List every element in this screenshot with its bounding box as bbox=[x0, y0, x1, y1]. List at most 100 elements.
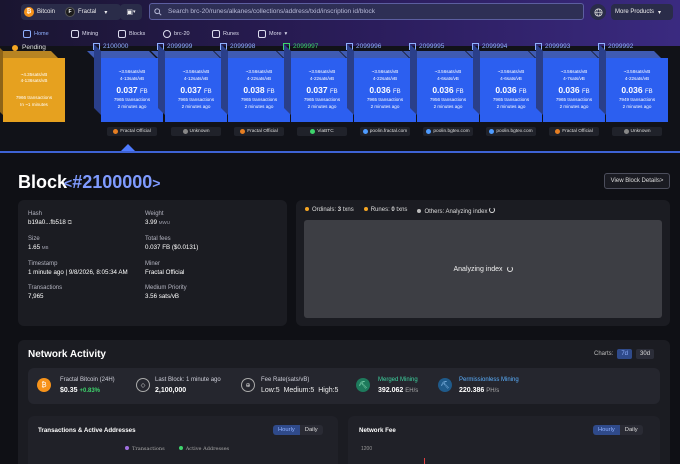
block-size-unit: FB bbox=[203, 88, 212, 95]
size-field: Size 1.65 MB bbox=[28, 236, 49, 251]
language-button[interactable] bbox=[590, 4, 606, 20]
block-number-text: #2100000 bbox=[72, 172, 153, 192]
miner-label: Miner bbox=[145, 261, 161, 267]
network-label: Bitcoin bbox=[37, 9, 56, 15]
block-miner-badge[interactable]: poolin.bgtex.com bbox=[486, 127, 536, 136]
block-miner-badge[interactable]: poolin.bgtex.com bbox=[423, 127, 473, 136]
bitcoin-icon: ₿ bbox=[37, 378, 51, 392]
nav-home[interactable]: Home bbox=[23, 29, 49, 39]
block-txs: 7965 transactions bbox=[555, 97, 593, 103]
miner-field: Miner Fractal Official bbox=[145, 261, 184, 276]
block-card[interactable]: ~3.56sats/vB 4-22sats/vB 0.038 FB 7965 tran… bbox=[214, 44, 290, 122]
fees-label: Total fees bbox=[145, 236, 171, 242]
analyzing-text: Analyzing index bbox=[453, 265, 503, 273]
cube-icon: ◇ bbox=[136, 378, 150, 392]
block-age: 2 minutes ago bbox=[370, 104, 400, 109]
price-value-row: $0.35 +0.83% bbox=[60, 387, 115, 394]
range-7d-button[interactable]: 7d bbox=[617, 349, 633, 359]
prev-block-icon[interactable]: < bbox=[64, 175, 72, 191]
fee-chart-card bbox=[348, 416, 660, 464]
legend-active-addresses-label: Active Addresses bbox=[185, 446, 230, 452]
timestamp-value: 1 minute ago | 9/8/2026, 8:05:34 AM bbox=[28, 269, 128, 276]
block-fee-span: 4-6sats/vB bbox=[437, 76, 459, 81]
weight-value-row: 3.99 MWU bbox=[145, 219, 170, 226]
miner-icon bbox=[113, 129, 119, 134]
fee-medium: Medium:5 bbox=[283, 387, 315, 394]
fee-hourly-button[interactable]: Hourly bbox=[593, 425, 620, 435]
stat-merged-mining: Merged Mining 392.062 EH/s bbox=[378, 377, 418, 394]
ordinals-label: Ordinals: bbox=[312, 207, 337, 213]
nav-mining[interactable]: Mining bbox=[71, 29, 98, 39]
search-input[interactable]: Search brc-20/runes/alkanes/collections/… bbox=[149, 3, 584, 20]
stat-last-block: Last Block: 1 minute ago 2,100,000 bbox=[155, 377, 221, 394]
chevron-down-icon: ▾ bbox=[658, 9, 662, 16]
pickaxe-icon bbox=[71, 30, 79, 38]
block-card[interactable]: ~3.56sats/vB 4-12sats/vB 0.037 FB 7965 tran… bbox=[151, 44, 227, 122]
block-card[interactable]: ~3.56sats/vB 4-7sats/vB 0.036 FB 7965 trans… bbox=[529, 44, 605, 122]
block-miner-badge[interactable]: poolin.fractal.com bbox=[360, 127, 410, 136]
block-txs: 7965 transactions bbox=[240, 97, 278, 103]
block-miner-badge[interactable]: Unknown bbox=[612, 127, 662, 136]
fee-daily-button[interactable]: Daily bbox=[619, 425, 643, 435]
block-fee-span: 4-22sats/vB bbox=[309, 76, 335, 81]
globe-icon bbox=[593, 7, 603, 17]
block-card[interactable]: ~3.56sats/vB 4-6sats/vB 0.036 FB 7956 trans… bbox=[403, 44, 479, 122]
miner-icon bbox=[310, 129, 316, 134]
range-30d-button[interactable]: 30d bbox=[636, 349, 655, 359]
block-size-value: 0.037 bbox=[306, 84, 328, 95]
nav-mining-label: Mining bbox=[82, 31, 99, 37]
tx-daily-button[interactable]: Daily bbox=[299, 425, 323, 435]
fee-rate-values: Low:5 Medium:5 High:5 bbox=[261, 387, 338, 394]
tx-chart-card bbox=[28, 416, 338, 464]
block-fee-median: ~3.56sats/vB bbox=[182, 69, 210, 75]
copy-icon[interactable]: ⧉ bbox=[68, 220, 72, 226]
block-miner-badge[interactable]: Fractal Official bbox=[234, 127, 284, 136]
network-selector[interactable]: ₿ Bitcoin F Fractal ▾ bbox=[21, 4, 121, 20]
block-size-value: 0.037 bbox=[180, 84, 202, 95]
miner-icon bbox=[489, 129, 495, 134]
nav-more-label: More bbox=[269, 31, 282, 37]
priority-label: Medium Priority bbox=[145, 285, 187, 291]
tx-hourly-button[interactable]: Hourly bbox=[273, 425, 300, 435]
transactions-value: 7,965 bbox=[28, 293, 44, 300]
block-side-face bbox=[221, 44, 228, 115]
block-card[interactable]: ~3.56sats/vB 4-6sats/vB 0.036 FB 7965 trans… bbox=[466, 44, 542, 122]
block-card[interactable]: ~3.58sats/vB 4-22sats/vB 0.036 FB 7949 tran… bbox=[592, 44, 668, 122]
more-products-label: More Products bbox=[615, 9, 655, 15]
block-card[interactable]: ~3.56sats/vB 4-22sats/vB 0.036 FB 7965 tran… bbox=[340, 44, 416, 122]
nav-brc20[interactable]: brc-20 bbox=[163, 29, 190, 39]
block-miner-badge[interactable]: Fractal Official bbox=[107, 127, 157, 136]
block-fee-span: 4-6sats/vB bbox=[500, 76, 522, 81]
block-card[interactable]: ~3.56sats/vB 4-13sats/vB 0.037 FB 7965 tran… bbox=[87, 44, 163, 122]
nav-more[interactable]: More ▾ bbox=[258, 29, 287, 39]
view-block-details-button[interactable]: View Block Details> bbox=[604, 173, 670, 189]
block-txs: 7965 transactions bbox=[303, 97, 341, 103]
block-face: ~3.56sats/vB 4-22sats/vB 0.037 FB 7965 tran… bbox=[291, 58, 353, 122]
blocks-icon bbox=[118, 30, 126, 38]
runes-unit: txns bbox=[396, 207, 408, 213]
nav-blocks[interactable]: Blocks bbox=[118, 29, 145, 39]
wallet-button[interactable]: ▣ ▾ bbox=[120, 4, 142, 20]
block-miner-badge[interactable]: Unknown bbox=[171, 127, 221, 136]
pending-block[interactable]: ~4.35sats/vB 4-136sats/vB 7966 transacti… bbox=[0, 44, 65, 122]
block-side-face bbox=[284, 44, 291, 115]
block-card[interactable]: ~3.56sats/vB 4-22sats/vB 0.037 FB 7965 tran… bbox=[277, 44, 353, 122]
miner-icon bbox=[240, 129, 246, 134]
block-age: 2 minutes ago bbox=[622, 104, 652, 109]
miner-name: Unknown bbox=[630, 129, 651, 134]
block-face: ~3.56sats/vB 4-7sats/vB 0.036 FB 7965 trans… bbox=[543, 58, 605, 122]
block-fee-median: ~3.56sats/vB bbox=[118, 69, 146, 75]
block-miner-badge[interactable]: ViaBTC bbox=[297, 127, 347, 136]
nav-brc20-label: brc-20 bbox=[174, 31, 190, 37]
more-products-button[interactable]: More Products ▾ bbox=[611, 4, 673, 20]
stat-permissionless-mining: Permissionless Mining 220.386 PH/s bbox=[459, 377, 519, 394]
nav-runes[interactable]: Runes bbox=[212, 29, 239, 39]
legend-active-addresses: Active Addresses bbox=[178, 446, 230, 452]
block-fee-span: 4-7sats/vB bbox=[563, 76, 585, 81]
network-activity-title: Network Activity bbox=[28, 349, 106, 360]
block-size-value: 0.036 bbox=[432, 84, 454, 95]
next-block-icon[interactable]: > bbox=[152, 175, 160, 191]
others-label: Others: Analyzing index bbox=[424, 209, 488, 215]
block-size: 0.036 FB bbox=[558, 84, 589, 97]
block-miner-badge[interactable]: Fractal Official bbox=[549, 127, 599, 136]
